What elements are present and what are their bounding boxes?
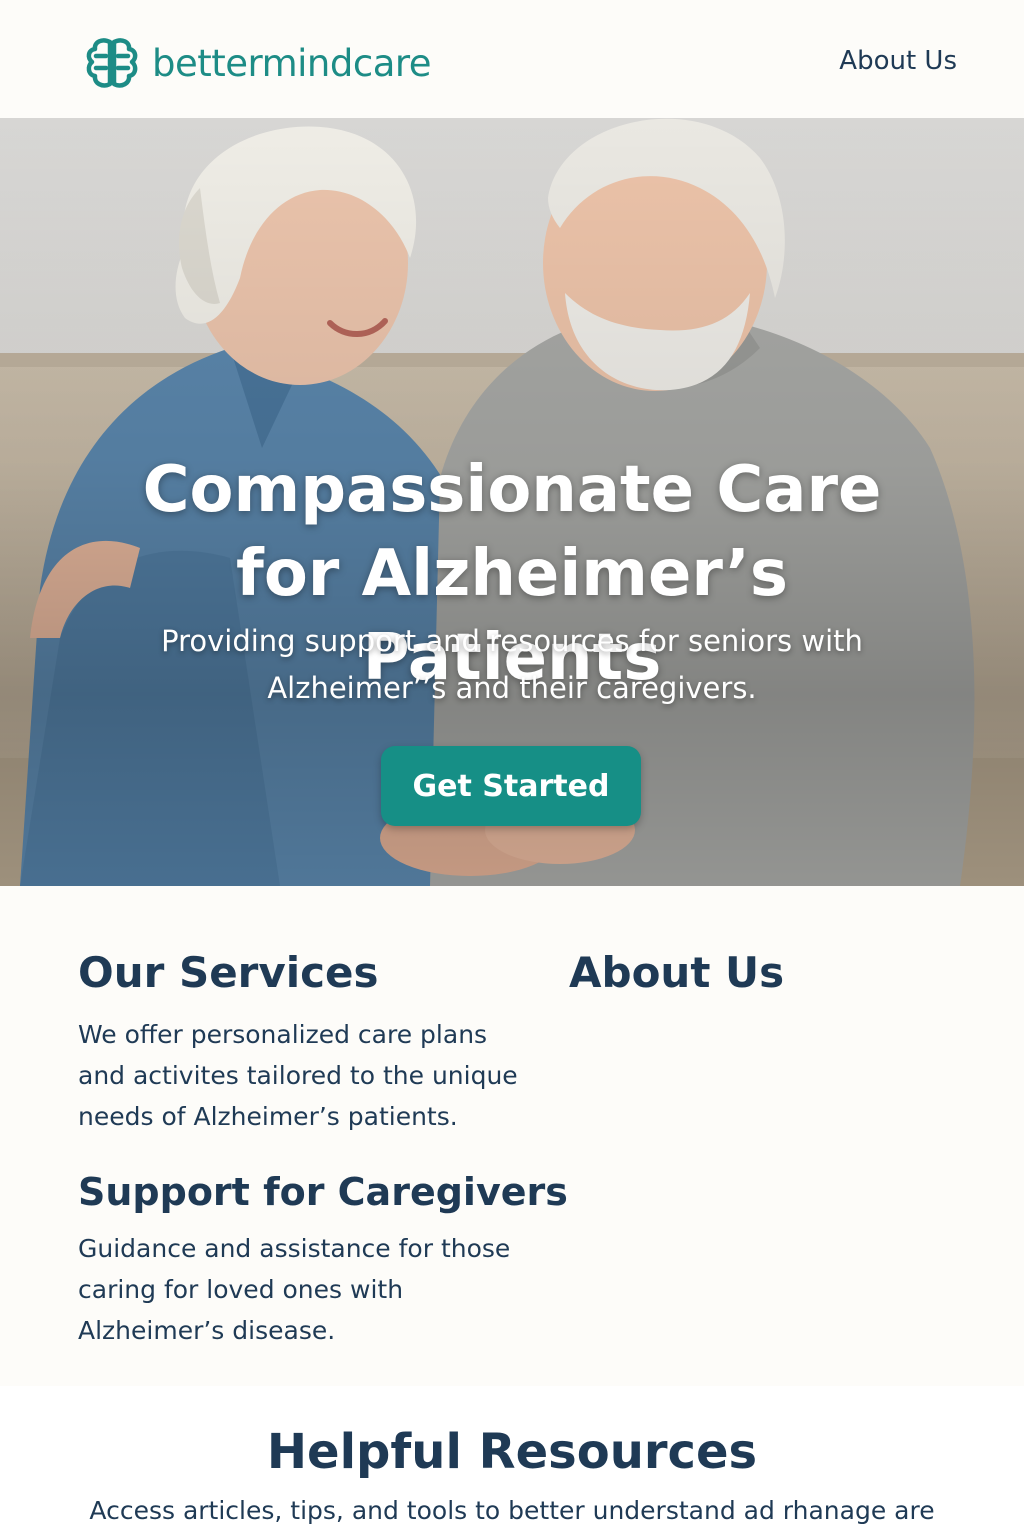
- brain-logo-icon: [86, 38, 138, 88]
- services-description: We offer personalized care plans and act…: [78, 1020, 518, 1131]
- hero-section: Compassionate Care for Alzheimer’s Patie…: [0, 118, 1024, 886]
- info-section: Our Services We offer personalized care …: [0, 886, 1024, 1386]
- resources-heading: Helpful Resources: [266, 1424, 758, 1480]
- resources-section: Helpful Resources Access articles, tips,…: [0, 1386, 1024, 1536]
- site-header: bettermindcare About Us: [0, 0, 1024, 118]
- caregivers-description: Guidance and assistance for those caring…: [78, 1234, 511, 1345]
- get-started-button[interactable]: Get Started: [381, 746, 641, 826]
- brand-logo[interactable]: bettermindcare: [84, 36, 432, 90]
- hero-subtitle: Providing support and resources for seni…: [161, 624, 863, 705]
- services-heading: Our Services: [78, 948, 379, 997]
- about-heading: About Us: [569, 948, 785, 997]
- nav-about-us[interactable]: About Us: [839, 46, 957, 76]
- caregivers-heading: Support for Caregivers: [78, 1170, 568, 1214]
- brand-name: bettermindcare: [152, 41, 432, 85]
- resources-description: Access articles, tips, and tools to bett…: [89, 1496, 935, 1525]
